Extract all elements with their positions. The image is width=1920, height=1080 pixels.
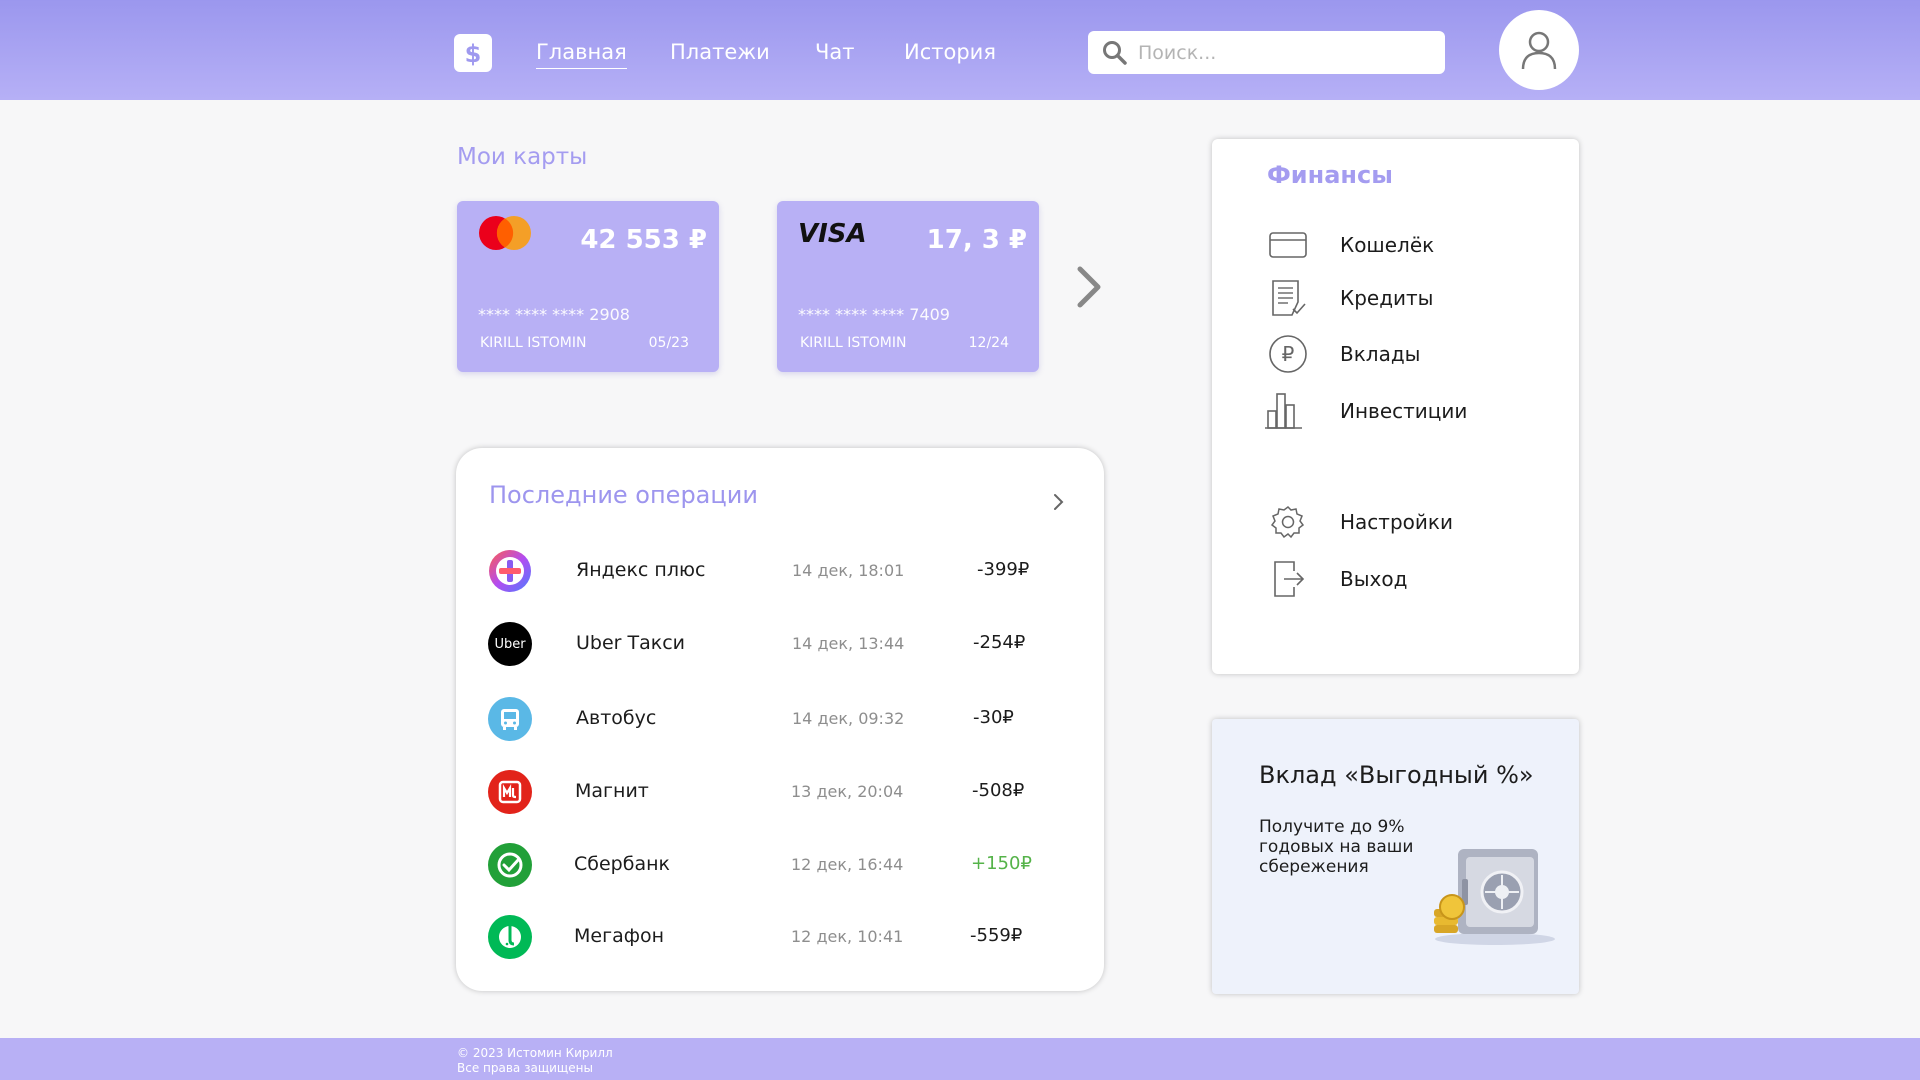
megafon-icon <box>488 915 532 959</box>
chevron-right-icon <box>1077 266 1101 308</box>
card-balance: 42 553 ₽ <box>580 225 707 255</box>
menu-item-credits[interactable]: Кредиты <box>1212 276 1579 320</box>
menu-item-settings[interactable]: Настройки <box>1212 500 1579 544</box>
footer-copyright: © 2023 Истомин Кирилл <box>457 1046 613 1060</box>
cards-title: Мои карты <box>457 144 588 170</box>
operations-title: Последние операции <box>489 481 758 509</box>
svg-text:₽: ₽ <box>1282 342 1295 366</box>
menu-item-investments[interactable]: Инвестиции <box>1212 389 1579 433</box>
investments-icon <box>1262 389 1306 433</box>
dollar-logo-icon: $ <box>458 38 488 68</box>
search-input[interactable] <box>1138 41 1418 64</box>
operations-more-button[interactable] <box>1052 492 1066 516</box>
card-balance: 17, 3 ₽ <box>926 225 1027 255</box>
card-holder: KIRILL ISTOMIN <box>800 335 907 351</box>
operation-row[interactable]: Автобус 14 дек, 09:32 -30₽ <box>456 689 1104 749</box>
menu-item-deposits[interactable]: ₽ Вклады <box>1212 332 1579 376</box>
operation-date: 14 дек, 18:01 <box>792 561 905 580</box>
chevron-right-icon <box>1054 494 1064 510</box>
deposit-promo-banner[interactable]: Вклад «Выгодный %» Получите до 9% годовы… <box>1212 719 1579 994</box>
card-expiry: 05/23 <box>648 335 689 351</box>
menu-item-label: Вклады <box>1340 342 1421 366</box>
operation-name: Автобус <box>576 707 657 729</box>
nav-payments[interactable]: Платежи <box>670 40 770 64</box>
header: $ Главная Платежи Чат История <box>0 0 1920 100</box>
credits-icon <box>1266 276 1310 320</box>
logo[interactable]: $ <box>454 34 492 72</box>
sberbank-icon <box>488 843 532 887</box>
visa-logo-icon: VISA <box>798 219 867 249</box>
footer-rights: Все права защищены <box>457 1061 593 1075</box>
operation-amount: -30₽ <box>973 707 1014 728</box>
menu-item-logout[interactable]: Выход <box>1212 557 1579 601</box>
nav-history[interactable]: История <box>904 40 996 64</box>
user-icon <box>1521 31 1557 70</box>
finances-panel: Финансы Кошелёк Кредиты ₽ Вклады Инвести… <box>1212 139 1579 674</box>
logout-icon <box>1266 557 1310 601</box>
nav-home[interactable]: Главная <box>536 40 627 69</box>
operation-row[interactable]: Яндекс плюс 14 дек, 18:01 -399₽ <box>456 541 1104 601</box>
operation-name: Магнит <box>575 780 649 802</box>
operation-amount: -399₽ <box>977 559 1030 580</box>
mastercard-logo-icon <box>478 215 534 255</box>
yandex-plus-icon <box>488 549 532 593</box>
operation-amount: -559₽ <box>970 925 1023 946</box>
uber-icon: Uber <box>488 622 532 666</box>
operation-date: 13 дек, 20:04 <box>791 782 904 801</box>
operation-name: Яндекс плюс <box>576 559 706 581</box>
card-expiry: 12/24 <box>968 335 1009 351</box>
operation-date: 12 дек, 16:44 <box>791 855 904 874</box>
svg-text:$: $ <box>465 40 482 68</box>
menu-item-wallet[interactable]: Кошелёк <box>1212 223 1579 267</box>
operation-amount: +150₽ <box>971 853 1032 874</box>
settings-icon <box>1266 500 1310 544</box>
bus-icon <box>488 697 532 741</box>
operation-date: 14 дек, 13:44 <box>792 634 905 653</box>
finances-title: Финансы <box>1267 161 1393 189</box>
operation-row[interactable]: Мегафон 12 дек, 10:41 -559₽ <box>456 907 1104 967</box>
menu-item-label: Инвестиции <box>1340 399 1468 423</box>
bank-card[interactable]: 42 553 ₽ **** **** **** 2908 KIRILL ISTO… <box>457 201 719 372</box>
operation-row[interactable]: Сбербанк 12 дек, 16:44 +150₽ <box>456 835 1104 895</box>
operation-amount: -254₽ <box>973 632 1026 653</box>
recent-operations-panel: Последние операции Яндекс плюс 14 дек, 1… <box>456 448 1104 991</box>
card-number: **** **** **** 2908 <box>478 305 630 324</box>
wallet-icon <box>1266 223 1310 267</box>
operation-name: Сбербанк <box>574 853 670 875</box>
magnit-icon <box>488 770 532 814</box>
operation-row[interactable]: Магнит 13 дек, 20:04 -508₽ <box>456 762 1104 822</box>
promo-title: Вклад «Выгодный %» <box>1259 761 1534 789</box>
operation-name: Uber Такси <box>576 632 686 654</box>
operation-amount: -508₽ <box>972 780 1025 801</box>
menu-item-label: Настройки <box>1340 510 1453 534</box>
menu-item-label: Кошелёк <box>1340 233 1435 257</box>
operation-date: 12 дек, 10:41 <box>791 927 904 946</box>
operation-date: 14 дек, 09:32 <box>792 709 905 728</box>
nav-chat[interactable]: Чат <box>815 40 855 64</box>
operation-row[interactable]: Uber Uber Такси 14 дек, 13:44 -254₽ <box>456 614 1104 674</box>
operation-name: Мегафон <box>574 925 664 947</box>
card-number: **** **** **** 7409 <box>798 305 950 324</box>
bank-card[interactable]: VISA 17, 3 ₽ **** **** **** 7409 KIRILL … <box>777 201 1039 372</box>
avatar[interactable] <box>1499 10 1579 90</box>
card-holder: KIRILL ISTOMIN <box>480 335 587 351</box>
cards-next-button[interactable] <box>1072 263 1108 315</box>
search-icon <box>1103 40 1127 65</box>
menu-item-label: Выход <box>1340 567 1408 591</box>
menu-item-label: Кредиты <box>1340 286 1434 310</box>
footer: © 2023 Истомин Кирилл Все права защищены <box>0 1038 1920 1080</box>
search-box[interactable] <box>1088 31 1445 74</box>
safe-icon <box>1420 839 1560 953</box>
deposits-icon: ₽ <box>1266 332 1310 376</box>
